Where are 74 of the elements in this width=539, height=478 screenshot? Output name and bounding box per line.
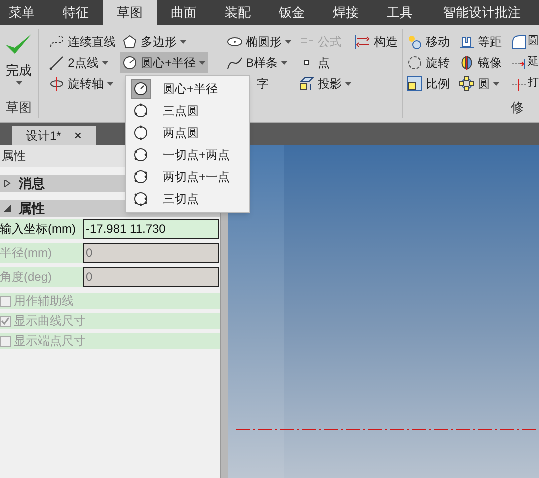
checkbox-label: 显示曲线尺寸 bbox=[14, 313, 86, 330]
caret-icon bbox=[285, 40, 292, 44]
menu-tab[interactable]: 菜单 bbox=[0, 0, 49, 25]
line-icon bbox=[49, 54, 66, 70]
circle-icon bbox=[133, 147, 149, 163]
ribbon-tool[interactable]: 镜像 bbox=[457, 52, 504, 73]
ribbon-tool[interactable]: 连续直线 bbox=[47, 31, 118, 52]
field-label: 输入坐标(mm) bbox=[0, 219, 83, 239]
ribbon-tool[interactable]: 延 bbox=[511, 52, 539, 73]
pentagon-icon bbox=[122, 34, 138, 50]
ribbon-tool[interactable]: 多边形 bbox=[120, 31, 190, 52]
ribbon-tool[interactable]: 圆 bbox=[511, 31, 539, 52]
ribbon-tool[interactable]: 旋转 bbox=[405, 52, 452, 73]
checkbox-label: 用作辅助线 bbox=[14, 293, 74, 310]
group-label: 修 bbox=[511, 98, 525, 116]
menu-tab[interactable]: 装配 bbox=[211, 0, 265, 25]
ribbon-tool[interactable]: 打 bbox=[511, 73, 539, 94]
menu-tab[interactable]: 曲面 bbox=[157, 0, 211, 25]
coordinate-field[interactable]: -17.981 11.730 bbox=[83, 219, 219, 239]
projection-icon bbox=[299, 76, 316, 92]
polyline-icon bbox=[49, 34, 66, 50]
menu-tab[interactable]: 焊接 bbox=[319, 0, 373, 25]
circle-icon bbox=[133, 169, 149, 185]
move-icon bbox=[407, 34, 423, 50]
menu-tab[interactable]: 钣金 bbox=[265, 0, 319, 25]
ribbon-tool[interactable]: 圆心+半径 bbox=[120, 52, 208, 73]
check-icon bbox=[1, 316, 10, 326]
finish-button[interactable]: 完成 bbox=[4, 31, 34, 84]
caret-icon bbox=[493, 82, 500, 86]
circle-pattern-icon bbox=[459, 76, 475, 92]
scale-icon bbox=[407, 76, 423, 92]
ribbon-tool[interactable]: 椭圆形 bbox=[225, 31, 294, 52]
circle-icon bbox=[133, 81, 149, 97]
ribbon-tool[interactable]: 旋转轴 bbox=[47, 73, 116, 94]
caret-icon bbox=[107, 82, 114, 86]
ribbon-tool[interactable]: 2点线 bbox=[47, 52, 111, 73]
caret-icon bbox=[199, 60, 206, 64]
ribbon-tool[interactable]: B样条 bbox=[225, 52, 290, 73]
ribbon-tool[interactable]: 移动 bbox=[405, 31, 452, 52]
collapse-icon bbox=[4, 205, 11, 212]
circle-icon bbox=[122, 54, 138, 70]
caret-icon bbox=[16, 80, 23, 84]
menu-tab[interactable]: 特征 bbox=[49, 0, 103, 25]
field-label: 角度(deg) bbox=[0, 267, 83, 287]
mirror-icon bbox=[459, 54, 475, 70]
field-label: 半径(mm) bbox=[0, 243, 83, 263]
rotate-icon bbox=[407, 54, 423, 70]
ribbon-tool[interactable]: 投影 bbox=[297, 73, 354, 94]
circle-icon bbox=[133, 125, 149, 141]
menu-tab[interactable]: 智能设计批注 bbox=[427, 0, 537, 25]
menu-item[interactable]: 三点圆 bbox=[126, 100, 249, 122]
document-tab[interactable]: 设计1* × bbox=[12, 126, 96, 145]
menu-tab[interactable]: 草图 bbox=[103, 0, 157, 25]
document-title: 设计1* bbox=[26, 128, 62, 144]
axis-icon bbox=[49, 76, 66, 92]
ribbon-tool[interactable]: 构造 bbox=[353, 31, 400, 52]
ribbon-tool[interactable]: 圆 bbox=[457, 73, 502, 94]
circle-icon bbox=[133, 191, 149, 207]
circle-icon bbox=[133, 103, 149, 119]
ribbon-tool[interactable]: 比例 bbox=[405, 73, 452, 94]
fillet-icon bbox=[511, 34, 527, 50]
menu-tab[interactable]: 工具 bbox=[373, 0, 427, 25]
ribbon-tool[interactable]: 等距 bbox=[457, 31, 504, 52]
caret-icon bbox=[180, 40, 188, 44]
ribbon-tool[interactable]: 点 bbox=[297, 52, 332, 73]
caret-icon bbox=[345, 82, 352, 86]
expand-icon bbox=[4, 180, 11, 187]
caret-icon bbox=[281, 60, 288, 64]
group-label: 草图 bbox=[6, 98, 32, 116]
construction-icon bbox=[355, 34, 372, 50]
caret-icon bbox=[102, 60, 109, 64]
close-button[interactable]: × bbox=[74, 129, 82, 142]
checkbox-label: 显示端点尺寸 bbox=[14, 333, 86, 350]
menu-item[interactable]: 两点圆 bbox=[126, 122, 249, 144]
